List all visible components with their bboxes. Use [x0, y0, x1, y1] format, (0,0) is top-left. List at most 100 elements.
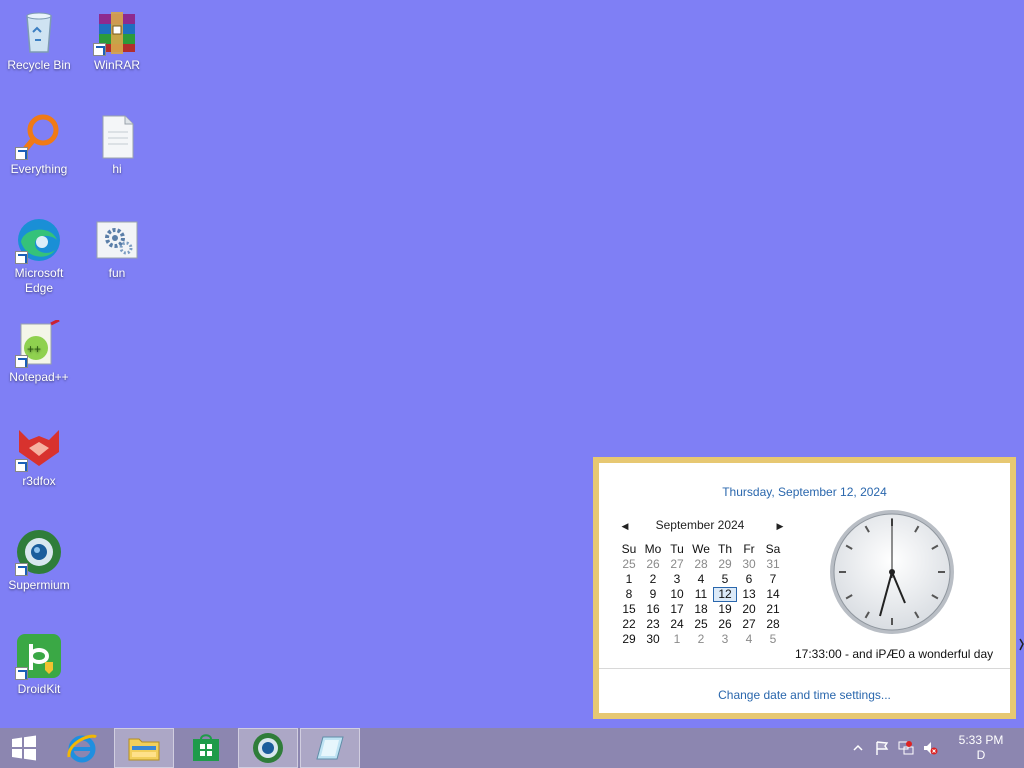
calendar-day[interactable]: 7 [761, 572, 785, 587]
calendar-day[interactable]: 28 [689, 557, 713, 572]
calendar-day[interactable]: 11 [689, 587, 713, 602]
calendar-day[interactable]: 4 [689, 572, 713, 587]
desktop-icon-supermium[interactable]: Supermium [1, 528, 77, 593]
calendar-day[interactable]: 2 [641, 572, 665, 587]
calendar-day[interactable]: 3 [713, 632, 737, 647]
volume-muted-icon[interactable] [922, 740, 938, 756]
calendar-day[interactable]: 2 [689, 632, 713, 647]
calendar-day[interactable]: 21 [761, 602, 785, 617]
calendar-day[interactable]: 18 [689, 602, 713, 617]
calendar-day[interactable]: 22 [617, 617, 641, 632]
calendar-day[interactable]: 25 [689, 617, 713, 632]
calendar-day[interactable]: 20 [737, 602, 761, 617]
shortcut-arrow-icon [15, 355, 28, 368]
next-month-icon[interactable]: ▶ [774, 518, 786, 534]
desktop-icon-microsoft-edge[interactable]: Microsoft Edge [1, 216, 77, 296]
desktop-icon-everything[interactable]: Everything [1, 112, 77, 177]
calendar-day[interactable]: 31 [761, 557, 785, 572]
desktop-icon-label: DroidKit [17, 682, 61, 696]
internet-explorer-button[interactable] [52, 728, 112, 768]
desktop-icon-r3dfox[interactable]: r3dfox [1, 424, 77, 489]
start-button[interactable] [0, 728, 48, 768]
change-date-time-settings-link[interactable]: Change date and time settings... [599, 688, 1010, 702]
windows-logo-icon [12, 735, 36, 761]
desktop-icon-winrar[interactable]: WinRAR [79, 8, 155, 73]
desktop-icon-recycle-bin[interactable]: Recycle Bin [1, 8, 77, 73]
calendar-day[interactable]: 16 [641, 602, 665, 617]
svg-text:++: ++ [27, 342, 41, 356]
calendar-day[interactable]: 26 [641, 557, 665, 572]
weekday-header: Tu [670, 542, 684, 556]
r3dfox-icon [15, 424, 63, 472]
desktop-icon-label: Microsoft Edge [14, 266, 64, 295]
supermium-icon [253, 733, 283, 763]
internet-explorer-icon [67, 734, 97, 763]
calendar-day[interactable]: 4 [737, 632, 761, 647]
calendar-day[interactable]: 13 [737, 587, 761, 602]
calendar-day[interactable]: 1 [617, 572, 641, 587]
network-icon[interactable] [898, 740, 914, 756]
calendar-day[interactable]: 5 [713, 572, 737, 587]
long-date-link[interactable]: Thursday, September 12, 2024 [599, 485, 1010, 499]
shortcut-arrow-icon [93, 43, 106, 56]
store-button[interactable] [176, 728, 236, 768]
month-label[interactable]: September 2024 [615, 518, 785, 532]
calendar-day[interactable]: 27 [665, 557, 689, 572]
calendar-day[interactable]: 8 [617, 587, 641, 602]
weekday-header: Fr [743, 542, 755, 556]
calendar-day[interactable]: 29 [713, 557, 737, 572]
winrar-icon [93, 8, 141, 56]
mouse-cursor-icon [1019, 638, 1024, 651]
calendar-day[interactable]: 24 [665, 617, 689, 632]
supermium-icon [15, 528, 63, 576]
desktop-icon-label: fun [108, 266, 126, 280]
calendar-day[interactable]: 6 [737, 572, 761, 587]
store-icon [193, 734, 219, 761]
calendar-day[interactable]: 14 [761, 587, 785, 602]
taskbar-clock[interactable]: 5:33 PM D [952, 733, 1010, 763]
calendar-day[interactable]: 1 [665, 632, 689, 647]
calendar-day[interactable]: 19 [713, 602, 737, 617]
calendar-day[interactable]: 5 [761, 632, 785, 647]
calendar-day[interactable]: 30 [737, 557, 761, 572]
desktop-icon-label: WinRAR [93, 58, 140, 72]
desktop-icon-notepad-plus-plus[interactable]: ++ Notepad++ [1, 320, 77, 385]
text-file-icon [93, 112, 141, 160]
desktop-icon-label: Everything [10, 162, 68, 176]
desktop-icon-label: Notepad++ [9, 370, 69, 384]
calendar-day[interactable]: 17 [665, 602, 689, 617]
analog-clock [830, 510, 954, 634]
calendar-day[interactable]: 9 [641, 587, 665, 602]
calendar-day[interactable]: 29 [617, 632, 641, 647]
calendar-day[interactable]: 25 [617, 557, 641, 572]
calendar-day[interactable]: 27 [737, 617, 761, 632]
show-hidden-icons-icon[interactable] [850, 740, 866, 756]
calendar-day[interactable]: 12 [713, 587, 737, 602]
calendar-day[interactable]: 15 [617, 602, 641, 617]
desktop-icon-hi[interactable]: hi [79, 112, 155, 177]
action-center-flag-icon[interactable] [874, 740, 890, 756]
file-explorer-button[interactable] [114, 728, 174, 768]
shortcut-arrow-icon [15, 563, 28, 576]
flyout-divider [599, 668, 1010, 669]
edge-icon [15, 216, 63, 264]
shortcut-arrow-icon [15, 251, 28, 264]
settings-file-icon [93, 216, 141, 264]
calendar-day[interactable]: 30 [641, 632, 665, 647]
shortcut-arrow-icon [15, 459, 28, 472]
calendar-day[interactable]: 23 [641, 617, 665, 632]
notepad-plus-plus-icon: ++ [15, 320, 63, 368]
calendar-day[interactable]: 26 [713, 617, 737, 632]
shortcut-arrow-icon [15, 667, 28, 680]
clock-text: 17:33:00 - and iPÆ0 a wonderful day [795, 647, 994, 661]
calendar-day[interactable]: 10 [665, 587, 689, 602]
desktop-icon-droidkit[interactable]: DroidKit [1, 632, 77, 697]
app-button[interactable] [300, 728, 360, 768]
taskbar-date: D [976, 748, 986, 762]
folder-icon [128, 738, 160, 761]
supermium-button[interactable] [238, 728, 298, 768]
calendar-day[interactable]: 28 [761, 617, 785, 632]
calendar-day[interactable]: 3 [665, 572, 689, 587]
desktop-icon-fun[interactable]: fun [79, 216, 155, 281]
desktop-icon-label: hi [112, 162, 122, 176]
